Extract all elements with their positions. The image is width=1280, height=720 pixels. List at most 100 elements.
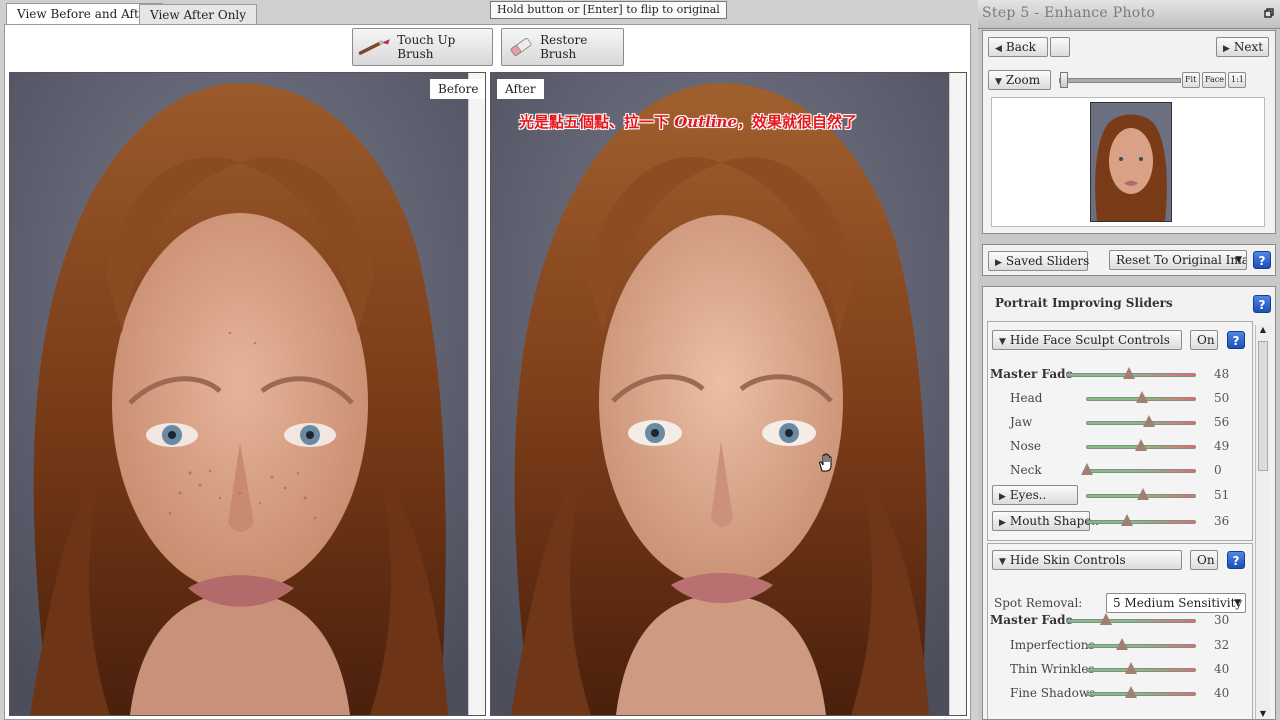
slider-row: Head 50 [988, 387, 1258, 411]
slider-track[interactable] [1086, 686, 1196, 698]
back-label: Back [1005, 40, 1036, 54]
before-photo [10, 73, 468, 715]
restore-window-icon[interactable] [1264, 8, 1274, 18]
slider-track[interactable] [1081, 463, 1196, 475]
slider-row: Master Fade 48 [988, 363, 1258, 387]
slider-value: 50 [1214, 391, 1230, 405]
slider-thumb[interactable] [1123, 367, 1135, 379]
slider-track[interactable] [1086, 488, 1196, 500]
slider-label: Nose [1010, 439, 1041, 453]
before-label: Before [430, 79, 485, 99]
next-arrow-icon: ▶ [1223, 44, 1230, 54]
slider-track[interactable] [1086, 638, 1196, 650]
back-button[interactable]: ◀ Back [988, 37, 1048, 57]
slider-thumb[interactable] [1137, 488, 1149, 500]
slider-track[interactable] [1086, 662, 1196, 674]
tab-after-only[interactable]: View After Only [139, 4, 258, 24]
slider-track[interactable] [1086, 439, 1196, 451]
slider-track[interactable] [1086, 415, 1196, 427]
slider-thumb[interactable] [1143, 415, 1155, 427]
help-icon[interactable]: ? [1227, 551, 1245, 569]
slider-value: 30 [1214, 613, 1230, 627]
subpanel-button[interactable]: ▶ Mouth Shape.. [992, 511, 1099, 531]
thumbnail-image[interactable] [1090, 102, 1172, 222]
slider-thumb[interactable] [1125, 662, 1137, 674]
after-photo [491, 73, 949, 715]
collapse-triangle-icon: ▼ [999, 337, 1006, 347]
slider-label: Master Fade [990, 367, 1074, 381]
scroll-down-icon[interactable]: ▼ [1256, 709, 1270, 718]
hide-face-sculpt-button[interactable]: ▼ Hide Face Sculpt Controls [992, 330, 1182, 350]
dropdown-arrow-icon: ▼ [1235, 255, 1242, 265]
slider-thumb[interactable] [1136, 391, 1148, 403]
slider-track[interactable] [1066, 613, 1196, 625]
blank-button[interactable] [1050, 37, 1070, 57]
restore-brush-button[interactable]: Restore Brush [501, 28, 624, 66]
touch-up-brush-button[interactable]: Touch Up Brush [352, 28, 493, 66]
skin-on-toggle[interactable]: On [1190, 550, 1218, 570]
sliders-scrollbar[interactable]: ▲ ▼ [1255, 325, 1270, 719]
zoom-face-button[interactable]: Face [1202, 72, 1226, 88]
hand-cursor-icon [819, 453, 832, 472]
slider-label: Jaw [1010, 415, 1033, 429]
slider-row: Nose 49 [988, 435, 1258, 459]
after-pane: After 光是點五個點、拉一下 Outline，效果就很自然了 [490, 72, 967, 716]
hide-skin-controls-button[interactable]: ▼ Hide Skin Controls [992, 550, 1182, 570]
slider-value: 40 [1214, 686, 1230, 700]
help-icon[interactable]: ? [1227, 331, 1245, 349]
subpanel-button[interactable]: ▶ Eyes.. [992, 485, 1078, 505]
zoom-fit-button[interactable]: Fit [1182, 72, 1200, 88]
slider-label: Imperfections [1010, 638, 1095, 652]
expand-triangle-icon: ▶ [999, 492, 1006, 502]
slider-track[interactable] [1086, 391, 1196, 403]
spot-removal-value: 5 Medium Sensitivity [1113, 596, 1243, 610]
title-bar: Step 5 - Enhance Photo [978, 0, 1280, 29]
slider-label: Fine Shadows [1010, 686, 1096, 700]
expand-triangle-icon: ▶ [995, 258, 1002, 268]
help-icon[interactable]: ? [1253, 251, 1271, 269]
slider-row: Jaw 56 [988, 411, 1258, 435]
portrait-thumbnail [1091, 103, 1171, 221]
sliders-scroll-thumb[interactable] [1258, 341, 1268, 471]
zoom-slider-thumb[interactable] [1060, 72, 1068, 88]
slider-row: Master Fade 30 [988, 609, 1258, 633]
navigator-preview [991, 97, 1265, 227]
slider-thumb[interactable] [1081, 463, 1093, 475]
reset-dropdown-value: Reset To Original Image [1116, 253, 1246, 267]
portrait-after-image [491, 73, 949, 715]
slider-row: ▶ Eyes.. 51 [988, 484, 1258, 508]
eraser-icon [510, 38, 532, 56]
collapse-triangle-icon: ▼ [995, 77, 1002, 87]
slider-thumb[interactable] [1116, 638, 1128, 650]
flip-hint: Hold button or [Enter] to flip to origin… [490, 1, 727, 19]
after-label: After [497, 79, 544, 99]
slider-thumb[interactable] [1121, 514, 1133, 526]
face-sculpt-group: ▼ Hide Face Sculpt Controls On ? Master F… [987, 321, 1253, 541]
face-sculpt-on-toggle[interactable]: On [1190, 330, 1218, 350]
saved-sliders-label: Saved Sliders [1005, 254, 1090, 268]
zoom-slider-track[interactable] [1059, 72, 1181, 88]
slider-thumb[interactable] [1100, 613, 1112, 625]
before-pane-scrollbar[interactable] [468, 73, 485, 715]
scroll-up-icon[interactable]: ▲ [1256, 325, 1270, 334]
slider-track[interactable] [1066, 367, 1196, 379]
next-button[interactable]: ▶ Next [1216, 37, 1269, 57]
saved-sliders-button[interactable]: ▶ Saved Sliders [988, 251, 1090, 271]
reset-dropdown[interactable]: Reset To Original Image ▼ [1109, 250, 1247, 270]
help-icon[interactable]: ? [1253, 295, 1271, 313]
slider-label: Head [1010, 391, 1043, 405]
slider-row: Neck 0 [988, 459, 1258, 483]
slider-track[interactable] [1086, 514, 1196, 526]
zoom-toggle[interactable]: ▼ Zoom [988, 70, 1051, 90]
hide-skin-controls-label: Hide Skin Controls [1009, 553, 1126, 567]
portrait-before-image [10, 73, 468, 715]
slider-value: 49 [1214, 439, 1230, 453]
slider-thumb[interactable] [1125, 686, 1137, 698]
after-pane-scrollbar[interactable] [949, 73, 966, 715]
slider-row: ▶ Mouth Shape.. 36 [988, 510, 1258, 534]
zoom-1to1-button[interactable]: 1:1 [1228, 72, 1246, 88]
portrait-sliders-section: Portrait Improving Sliders ? ▼ Hide Face … [982, 286, 1276, 720]
touch-up-brush-label: Touch Up Brush [397, 33, 456, 61]
before-pane: Before [9, 72, 486, 716]
slider-thumb[interactable] [1135, 439, 1147, 451]
